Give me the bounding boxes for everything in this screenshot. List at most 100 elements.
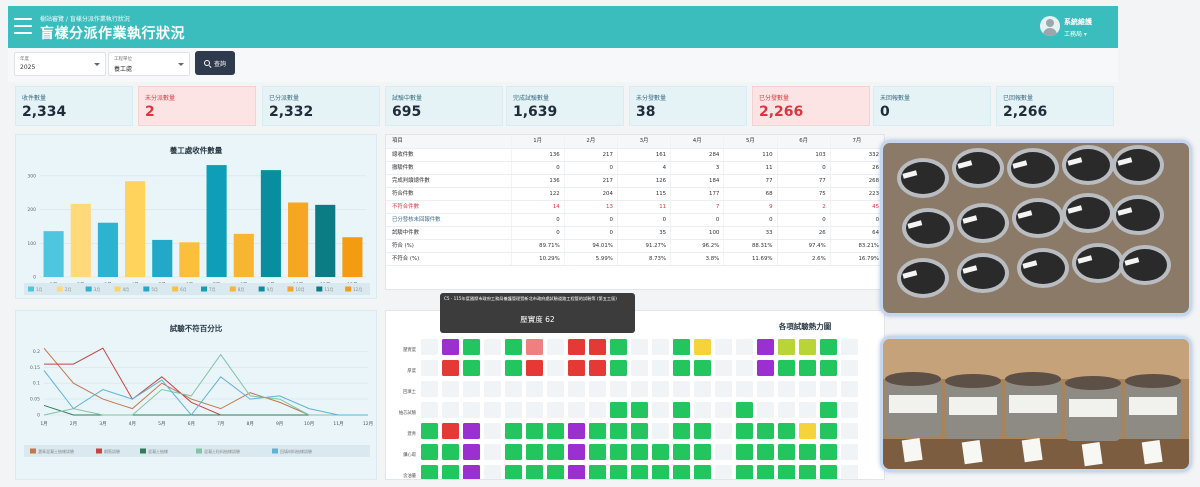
heatmap-cell[interactable] <box>610 423 627 439</box>
heatmap-cell[interactable] <box>505 360 522 376</box>
heatmap-cell[interactable] <box>631 381 648 397</box>
heatmap-cell[interactable] <box>736 423 753 439</box>
heatmap-cell[interactable] <box>715 360 732 376</box>
heatmap-cell[interactable] <box>652 465 669 480</box>
heatmap-cell[interactable] <box>547 423 564 439</box>
heatmap-cell[interactable] <box>442 381 459 397</box>
series-line[interactable] <box>43 404 368 416</box>
heatmap-cell[interactable] <box>547 381 564 397</box>
heatmap-cell[interactable] <box>589 465 606 480</box>
series-line[interactable] <box>44 347 368 416</box>
heatmap-cell[interactable] <box>484 360 501 376</box>
hamburger-menu-icon[interactable] <box>14 18 32 34</box>
heatmap-cell[interactable] <box>526 444 543 460</box>
bar[interactable] <box>152 239 173 277</box>
heatmap-cell[interactable] <box>547 465 564 480</box>
heatmap-cell[interactable] <box>463 402 480 418</box>
heatmap-cell[interactable] <box>694 444 711 460</box>
bar[interactable] <box>315 204 336 277</box>
heatmap-cell[interactable] <box>631 360 648 376</box>
heatmap-cell[interactable] <box>820 423 837 439</box>
heatmap-cell[interactable] <box>526 423 543 439</box>
heatmap-cell[interactable] <box>799 465 816 480</box>
series-line[interactable] <box>43 347 368 416</box>
heatmap-cell[interactable] <box>652 339 669 355</box>
heatmap-cell[interactable] <box>421 381 438 397</box>
heatmap-cell[interactable] <box>631 444 648 460</box>
heatmap-cell[interactable] <box>484 339 501 355</box>
heatmap-cell[interactable] <box>484 444 501 460</box>
heatmap-cell[interactable] <box>484 381 501 397</box>
heatmap-cell[interactable] <box>736 465 753 480</box>
heatmap-cell[interactable] <box>421 360 438 376</box>
heatmap-cell[interactable] <box>589 444 606 460</box>
heatmap-cell[interactable] <box>673 360 690 376</box>
heatmap-cell[interactable] <box>841 465 858 480</box>
heatmap-cell[interactable] <box>442 339 459 355</box>
heatmap-cell[interactable] <box>757 339 774 355</box>
heatmap-cell[interactable] <box>526 381 543 397</box>
heatmap-cell[interactable] <box>610 360 627 376</box>
heatmap-cell[interactable] <box>505 381 522 397</box>
breadcrumb[interactable]: 樹站審覽 / 盲樣分派作業執行狀況 <box>40 14 130 23</box>
heatmap-cell[interactable] <box>694 360 711 376</box>
heatmap-cell[interactable] <box>799 339 816 355</box>
heatmap-cell[interactable] <box>505 444 522 460</box>
heatmap-cell[interactable] <box>778 402 795 418</box>
heatmap-cell[interactable] <box>652 381 669 397</box>
heatmap-cell[interactable] <box>463 381 480 397</box>
heatmap-cell[interactable] <box>778 360 795 376</box>
heatmap-cell[interactable] <box>694 381 711 397</box>
series-line[interactable] <box>43 353 368 416</box>
heatmap-cell[interactable] <box>757 360 774 376</box>
heatmap-cell[interactable] <box>652 444 669 460</box>
heatmap-cell[interactable] <box>673 381 690 397</box>
heatmap-cell[interactable] <box>736 444 753 460</box>
heatmap-cell[interactable] <box>442 360 459 376</box>
heatmap-cell[interactable] <box>757 444 774 460</box>
user-menu[interactable]: 系統維護 工務局 ▾ <box>1040 14 1110 42</box>
heatmap-cell[interactable] <box>673 339 690 355</box>
heatmap-cell[interactable] <box>736 402 753 418</box>
heatmap-cell[interactable] <box>820 444 837 460</box>
bar[interactable] <box>288 202 309 277</box>
heatmap-cell[interactable] <box>715 402 732 418</box>
heatmap-cell[interactable] <box>631 423 648 439</box>
heatmap-cell[interactable] <box>568 339 585 355</box>
heatmap-cell[interactable] <box>568 423 585 439</box>
heatmap-cell[interactable] <box>778 423 795 439</box>
heatmap-cell[interactable] <box>610 444 627 460</box>
bar[interactable] <box>206 165 227 277</box>
heatmap-cell[interactable] <box>484 402 501 418</box>
heatmap-cell[interactable] <box>421 402 438 418</box>
heatmap-cell[interactable] <box>841 381 858 397</box>
heatmap-cell[interactable] <box>442 465 459 480</box>
bar[interactable] <box>125 181 146 277</box>
heatmap-cell[interactable] <box>631 339 648 355</box>
bar[interactable] <box>342 237 363 277</box>
heatmap-cell[interactable] <box>589 423 606 439</box>
heatmap-cell[interactable] <box>505 339 522 355</box>
heatmap-cell[interactable] <box>463 423 480 439</box>
heatmap-cell[interactable] <box>715 465 732 480</box>
heatmap-cell[interactable] <box>484 423 501 439</box>
heatmap-cell[interactable] <box>610 339 627 355</box>
heatmap-cell[interactable] <box>673 444 690 460</box>
heatmap-cell[interactable] <box>736 381 753 397</box>
heatmap-cell[interactable] <box>820 381 837 397</box>
heatmap-cell[interactable] <box>799 360 816 376</box>
query-button[interactable]: 查詢 <box>195 51 235 75</box>
avatar-icon[interactable] <box>1040 16 1060 36</box>
heatmap-cell[interactable] <box>631 402 648 418</box>
heatmap-cell[interactable] <box>736 360 753 376</box>
heatmap-cell[interactable] <box>547 360 564 376</box>
heatmap-cell[interactable] <box>568 381 585 397</box>
heatmap-cell[interactable] <box>841 339 858 355</box>
heatmap-cell[interactable] <box>841 402 858 418</box>
heatmap-cell[interactable] <box>841 444 858 460</box>
heatmap-cell[interactable] <box>841 423 858 439</box>
heatmap-cell[interactable] <box>610 402 627 418</box>
heatmap-cell[interactable] <box>694 465 711 480</box>
heatmap-cell[interactable] <box>526 465 543 480</box>
heatmap-cell[interactable] <box>568 465 585 480</box>
